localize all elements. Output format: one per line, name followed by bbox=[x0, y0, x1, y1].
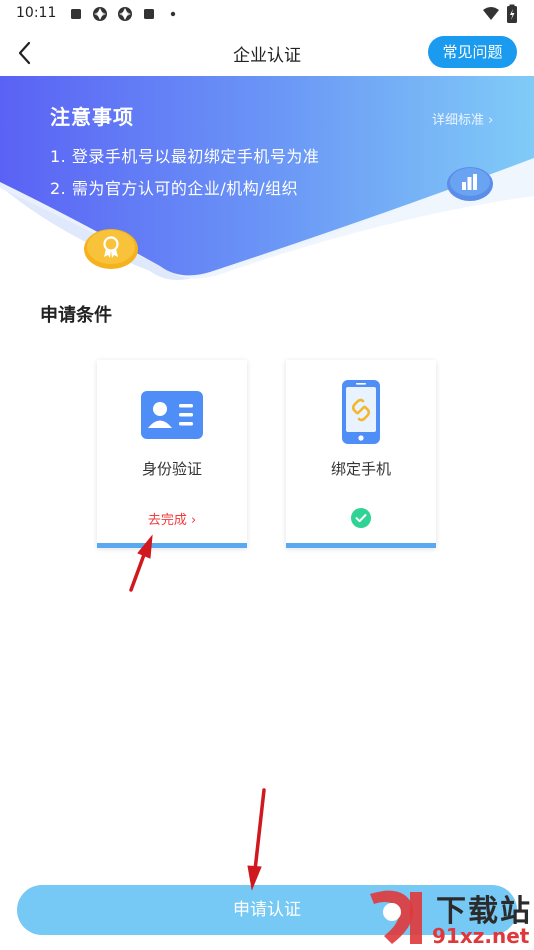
bind-phone-card[interactable]: 绑定手机 bbox=[286, 360, 436, 548]
check-circle-icon bbox=[351, 508, 371, 528]
aperture-icon bbox=[93, 7, 107, 21]
section-title: 申请条件 bbox=[40, 305, 112, 326]
wifi-icon bbox=[483, 7, 499, 20]
watermark-logo: 下载站 91xz.net bbox=[362, 884, 534, 950]
card-label: 身份验证 bbox=[141, 460, 202, 478]
award-ribbon-icon bbox=[84, 229, 138, 269]
faq-button[interactable]: 常见问题 bbox=[428, 36, 517, 68]
status-time: 10:11 bbox=[16, 5, 57, 21]
dot-icon bbox=[170, 11, 176, 17]
card-label: 绑定手机 bbox=[330, 460, 391, 478]
battery-icon bbox=[507, 4, 517, 23]
notice-item: 1. 登录手机号以最初绑定手机号为准 bbox=[50, 147, 320, 166]
annotation-arrow bbox=[247, 788, 266, 891]
identity-verification-card[interactable]: 身份验证 去完成 › bbox=[97, 360, 247, 548]
watermark-emblem bbox=[370, 890, 422, 944]
notification-square-icon bbox=[71, 9, 81, 19]
id-card-icon bbox=[141, 391, 203, 439]
card-accent-bar bbox=[286, 543, 436, 548]
phone-link-icon bbox=[342, 380, 380, 444]
notification-square-icon bbox=[144, 9, 154, 19]
notice-item: 2. 需为官方认可的企业/机构/组织 bbox=[50, 179, 299, 198]
bar-chart-icon bbox=[447, 167, 493, 201]
card-accent-bar bbox=[97, 543, 247, 548]
aperture-icon bbox=[118, 7, 132, 21]
notice-title: 注意事项 bbox=[50, 105, 134, 129]
complete-action-link[interactable]: 去完成 › bbox=[97, 509, 247, 528]
detail-standard-link[interactable]: 详细标准 › bbox=[432, 109, 493, 128]
watermark-domain: 91xz.net bbox=[432, 924, 530, 948]
